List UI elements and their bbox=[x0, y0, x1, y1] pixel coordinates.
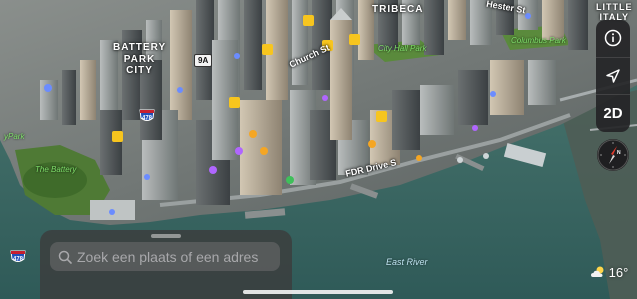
district-label-battery-park-city: BATTERY PARK CITY bbox=[113, 42, 167, 76]
poi-dot bbox=[525, 13, 531, 19]
info-button[interactable] bbox=[596, 20, 630, 57]
poi-dot bbox=[457, 157, 463, 163]
poi-dot bbox=[249, 130, 257, 138]
route-badge-9a: 9A bbox=[194, 54, 213, 67]
poi-dot bbox=[286, 176, 294, 184]
home-indicator[interactable] bbox=[243, 290, 393, 294]
temperature-label: 16° bbox=[608, 264, 629, 280]
poi-dot bbox=[260, 147, 268, 155]
poi-dot bbox=[44, 84, 52, 92]
search-input[interactable] bbox=[72, 247, 280, 266]
poi-dot bbox=[490, 91, 496, 97]
maps-screen: BATTERY PARK CITY TRIBECA LITTLE ITALY C… bbox=[0, 0, 637, 299]
tower bbox=[330, 20, 352, 140]
interstate-shield-icon: 478 bbox=[139, 109, 155, 122]
district-label-tribeca: TRIBECA bbox=[372, 4, 424, 15]
poi-dot bbox=[368, 140, 376, 148]
poi-dot bbox=[144, 174, 150, 180]
poi-dot bbox=[235, 147, 243, 155]
park-label-columbus: Columbus Park bbox=[511, 36, 566, 45]
poi-dot bbox=[209, 166, 217, 174]
park-label-edge: yPark bbox=[4, 132, 25, 141]
map-controls: 2D bbox=[596, 20, 630, 132]
weather-indicator: 16° bbox=[587, 262, 631, 282]
poi-dot bbox=[483, 153, 489, 159]
compass-icon: N bbox=[597, 139, 629, 171]
search-sheet[interactable] bbox=[40, 230, 292, 299]
poi-dot bbox=[472, 125, 478, 131]
location-arrow-icon bbox=[606, 69, 620, 83]
interstate-shield-icon: 478 bbox=[10, 250, 26, 263]
svg-text:478: 478 bbox=[13, 257, 24, 263]
view-toggle-2d-button[interactable]: 2D bbox=[596, 94, 630, 132]
park-label-the-battery: The Battery bbox=[35, 165, 77, 174]
search-icon bbox=[58, 250, 72, 264]
park-label-city-hall: City Hall Park bbox=[378, 44, 427, 53]
compass-button[interactable]: N bbox=[597, 139, 629, 171]
locate-me-button[interactable] bbox=[596, 56, 630, 95]
search-field[interactable] bbox=[50, 242, 280, 271]
cloud-sun-icon bbox=[590, 266, 604, 277]
poi-dot bbox=[177, 87, 183, 93]
sheet-grabber[interactable] bbox=[151, 234, 181, 238]
poi-dot bbox=[322, 95, 328, 101]
poi-dot bbox=[416, 155, 422, 161]
info-icon bbox=[604, 30, 622, 47]
svg-text:478: 478 bbox=[142, 116, 153, 122]
view-toggle-label: 2D bbox=[603, 105, 623, 123]
water-label-east-river: East River bbox=[386, 257, 428, 267]
poi-dot bbox=[109, 209, 115, 215]
svg-text:N: N bbox=[617, 150, 621, 156]
poi-dot bbox=[234, 53, 240, 59]
